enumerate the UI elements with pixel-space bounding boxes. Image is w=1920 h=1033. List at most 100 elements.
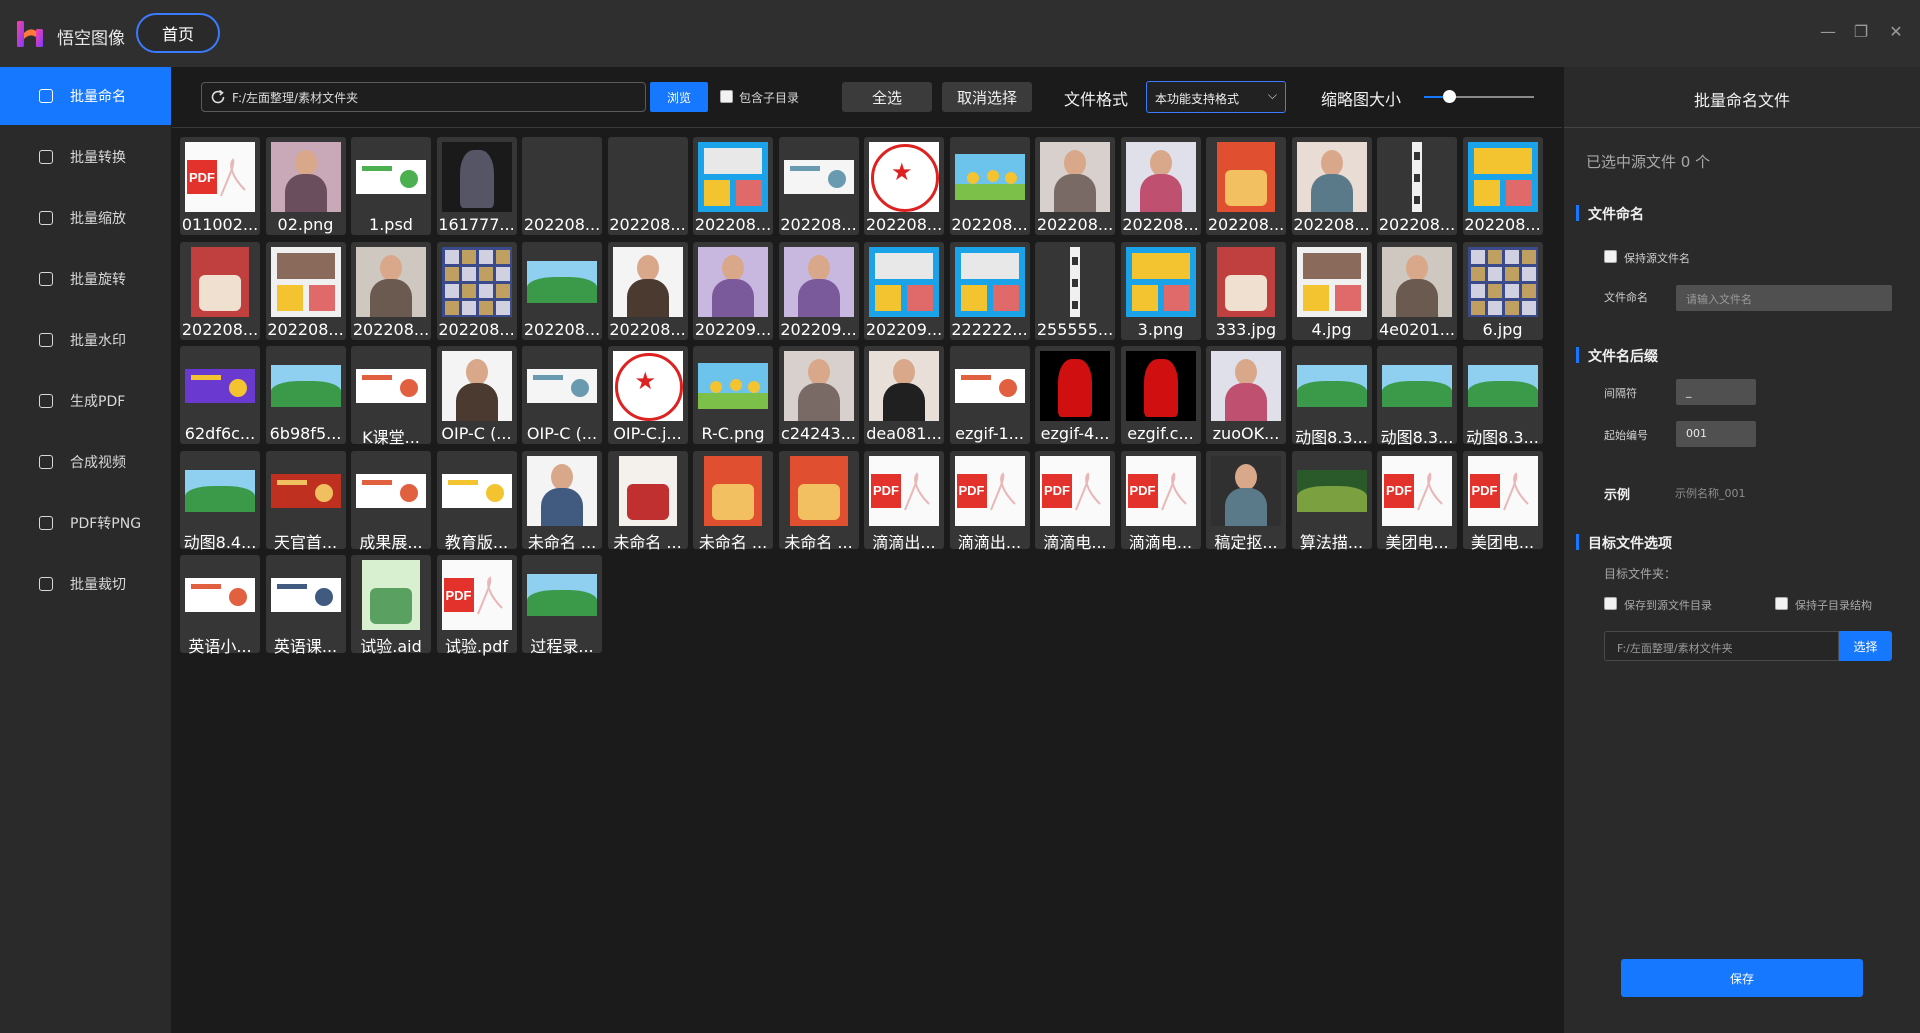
file-thumbnail[interactable]: 202208...: [1462, 137, 1543, 235]
file-thumbnail[interactable]: 4.jpg: [1291, 241, 1372, 340]
file-thumbnail[interactable]: 202208...: [180, 241, 260, 340]
file-thumbnail[interactable]: K课堂...: [351, 346, 431, 447]
file-thumbnail[interactable]: PDF 滴滴电...: [1035, 450, 1115, 552]
keep-structure-checkbox[interactable]: [1775, 597, 1788, 610]
browse-button[interactable]: 浏览: [650, 82, 708, 112]
file-thumbnail[interactable]: 算法描...: [1291, 450, 1372, 552]
source-path-input[interactable]: F:/左面整理/素材文件夹: [201, 82, 646, 112]
slider-handle[interactable]: [1443, 90, 1457, 103]
file-thumbnail[interactable]: 161777...: [436, 137, 517, 235]
file-thumbnail[interactable]: 202208...: [1291, 137, 1372, 235]
file-thumbnail[interactable]: PDF 滴滴出...: [949, 450, 1030, 552]
minimize-icon[interactable]: —: [1818, 22, 1838, 42]
save-to-source-checkbox[interactable]: [1604, 597, 1617, 610]
keep-source-name-checkbox[interactable]: [1604, 250, 1617, 263]
file-format-select[interactable]: 本功能支持格式 ⌵: [1146, 81, 1286, 113]
file-thumbnail[interactable]: 教育版...: [436, 450, 517, 552]
thumbnail-size-slider[interactable]: [1424, 96, 1534, 98]
separator-input[interactable]: _: [1676, 379, 1756, 405]
file-thumbnail[interactable]: 202208...: [265, 241, 346, 340]
start-number-input[interactable]: 001: [1676, 421, 1756, 447]
target-path-input[interactable]: F:/左面整理/素材文件夹: [1604, 631, 1839, 661]
file-thumbnail[interactable]: OIP-C (...: [522, 346, 602, 444]
file-thumbnail[interactable]: 255555...: [1035, 241, 1115, 340]
include-subdir-checkbox[interactable]: [720, 90, 733, 103]
choose-folder-button[interactable]: 选择: [1839, 631, 1892, 661]
sidebar-item[interactable]: 批量转换: [0, 128, 171, 186]
refresh-icon[interactable]: [209, 88, 227, 106]
file-thumbnail[interactable]: PDF 滴滴出...: [864, 450, 944, 552]
restore-icon[interactable]: ❐: [1851, 22, 1871, 42]
file-thumbnail[interactable]: 过程录...: [522, 555, 602, 656]
file-thumbnail[interactable]: 动图8.3...: [1377, 346, 1457, 447]
file-thumbnail[interactable]: ezgif.c...: [1120, 346, 1201, 444]
file-thumbnail[interactable]: PDF 试验.pdf: [436, 555, 517, 656]
file-thumbnail[interactable]: 202208...: [778, 137, 859, 235]
file-thumbnail[interactable]: PDF 美团电...: [1462, 450, 1543, 552]
file-thumbnail[interactable]: 英语小...: [180, 555, 260, 656]
file-thumbnail[interactable]: 02.png: [265, 137, 346, 235]
file-thumbnail[interactable]: 62df6c...: [180, 346, 260, 444]
file-thumbnail[interactable]: 动图8.3...: [1462, 346, 1543, 447]
file-thumbnail[interactable]: 未命名 ...: [693, 450, 773, 552]
file-thumbnail[interactable]: 202208...: [607, 241, 688, 340]
select-all-button[interactable]: 全选: [842, 82, 932, 112]
file-thumbnail[interactable]: 202208...: [949, 137, 1030, 235]
file-thumbnail[interactable]: 未命名 ...: [607, 450, 688, 552]
file-thumbnail[interactable]: 202209...: [864, 241, 944, 340]
file-thumbnail[interactable]: 6b98f5...: [265, 346, 346, 444]
sidebar-item[interactable]: 批量旋转: [0, 250, 171, 308]
file-thumbnail[interactable]: 202209...: [693, 241, 773, 340]
file-thumbnail[interactable]: 稿定抠...: [1206, 450, 1286, 552]
file-thumbnail[interactable]: 1.psd: [351, 137, 431, 235]
file-thumbnail[interactable]: 天官首...: [265, 450, 346, 552]
sidebar-item[interactable]: 合成视频: [0, 433, 171, 491]
file-thumbnail[interactable]: 6.jpg: [1462, 241, 1543, 340]
file-thumbnail[interactable]: 202208...: [522, 137, 602, 235]
file-thumbnail[interactable]: PDF 美团电...: [1377, 450, 1457, 552]
file-thumbnail[interactable]: OIP-C (...: [436, 346, 517, 444]
file-thumbnail[interactable]: 动图8.4...: [180, 450, 260, 552]
file-thumbnail[interactable]: dea081...: [864, 346, 944, 444]
file-thumbnail[interactable]: 3.png: [1120, 241, 1201, 340]
sidebar-item[interactable]: PDF转PNG: [0, 494, 171, 552]
file-thumbnail[interactable]: 未命名 ...: [522, 450, 602, 552]
file-thumbnail[interactable]: 222222...: [949, 241, 1030, 340]
file-thumbnail[interactable]: 成果展...: [351, 450, 431, 552]
deselect-button[interactable]: 取消选择: [942, 82, 1032, 112]
sidebar-item[interactable]: 生成PDF: [0, 372, 171, 430]
file-thumbnail[interactable]: ezgif-1...: [949, 346, 1030, 444]
file-thumbnail[interactable]: 202208...: [436, 241, 517, 340]
file-thumbnail[interactable]: 试验.aid: [351, 555, 431, 656]
file-thumbnail[interactable]: 未命名 ...: [778, 450, 859, 552]
file-thumbnail[interactable]: ezgif-4...: [1035, 346, 1115, 444]
file-thumbnail[interactable]: R-C.png: [693, 346, 773, 444]
file-thumbnail[interactable]: 4e0201...: [1377, 241, 1457, 340]
file-thumbnail[interactable]: 202208...: [1035, 137, 1115, 235]
file-thumbnail[interactable]: 202208...: [351, 241, 431, 340]
file-thumbnail[interactable]: 英语课...: [265, 555, 346, 656]
file-thumbnail[interactable]: ★ 202208...: [864, 137, 944, 235]
sidebar-item[interactable]: 批量水印: [0, 311, 171, 369]
file-thumbnail[interactable]: zuoOK...: [1206, 346, 1286, 444]
sidebar-item[interactable]: 批量缩放: [0, 189, 171, 247]
save-button[interactable]: 保存: [1621, 959, 1863, 997]
file-thumbnail[interactable]: 202208...: [522, 241, 602, 340]
file-name-input[interactable]: 请输入文件名: [1676, 285, 1892, 311]
sidebar-item[interactable]: 批量命名: [0, 67, 171, 125]
file-thumbnail[interactable]: ★ OIP-C.j...: [607, 346, 688, 444]
close-icon[interactable]: ✕: [1886, 22, 1906, 42]
file-thumbnail[interactable]: PDF 011002...: [180, 137, 260, 235]
home-tab[interactable]: 首页: [136, 13, 220, 53]
file-thumbnail[interactable]: 202209...: [778, 241, 859, 340]
file-thumbnail[interactable]: 202208...: [1120, 137, 1201, 235]
file-thumbnail[interactable]: 333.jpg: [1206, 241, 1286, 340]
file-thumbnail[interactable]: 动图8.3...: [1291, 346, 1372, 447]
sidebar-item[interactable]: 批量裁切: [0, 555, 171, 613]
file-thumbnail[interactable]: 202208...: [607, 137, 688, 235]
file-thumbnail[interactable]: 202208...: [1206, 137, 1286, 235]
file-thumbnail[interactable]: PDF 滴滴电...: [1120, 450, 1201, 552]
file-thumbnail[interactable]: 202208...: [693, 137, 773, 235]
file-thumbnail[interactable]: c24243...: [778, 346, 859, 444]
file-thumbnail[interactable]: 202208...: [1377, 137, 1457, 235]
